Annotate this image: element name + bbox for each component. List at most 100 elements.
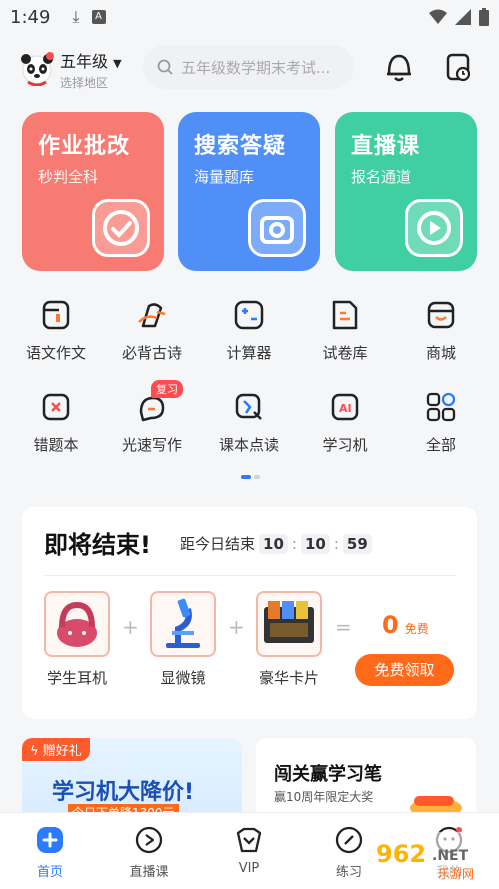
product-label: 豪华卡片	[258, 669, 319, 687]
grade-label: 五年级	[60, 51, 109, 71]
camera-icon	[248, 199, 306, 257]
countdown-hours: 10	[259, 533, 288, 554]
countdown-minutes: 10	[300, 533, 330, 554]
ending-soon-panel: 即将结束! 距今日结束 10 : 10 : 59 + + = 学生耳机 显微镜 …	[22, 507, 477, 719]
grid-label: 学习机	[322, 436, 368, 454]
bell-icon[interactable]	[384, 50, 414, 84]
card-title: 作业批改	[38, 134, 131, 159]
grid-item-poems[interactable]: 必背古诗	[104, 298, 200, 363]
product-label: 学生耳机	[46, 669, 107, 687]
grid-page-indicator	[241, 475, 260, 479]
cards-image	[264, 601, 314, 643]
live-icon	[135, 826, 163, 854]
reading-icon	[235, 393, 262, 420]
grid-item-calculator[interactable]: 计算器	[201, 298, 297, 363]
card-title: 搜索答疑	[194, 134, 287, 159]
lightning-icon: ϟ	[30, 744, 39, 759]
tab-label: 练习	[335, 865, 362, 880]
plus-sign: +	[228, 615, 245, 639]
status-bar: 1:49 ⤓ A	[0, 0, 499, 34]
panda-avatar[interactable]	[20, 52, 54, 87]
grid-item-learning-machine[interactable]: AI 学习机	[297, 390, 393, 455]
microscope-image	[166, 598, 200, 648]
calculator-icon	[234, 300, 264, 330]
tab-vip[interactable]: VIP	[209, 825, 289, 876]
svg-text:乐游网: 乐游网	[438, 867, 474, 881]
card-search-answers[interactable]: 搜索答疑 海量题库	[178, 112, 320, 271]
gift-tag-label: 赠好礼	[42, 744, 82, 759]
product-label: 显微镜	[160, 669, 206, 687]
card-subtitle: 海量题库	[194, 168, 255, 186]
review-badge: 复习	[151, 380, 183, 398]
all-icon	[426, 392, 456, 422]
grid-item-composition[interactable]: 语文作文	[8, 298, 104, 363]
paper-icon	[332, 300, 358, 330]
grid-item-shop[interactable]: 商城	[393, 298, 489, 363]
price-value: 0	[382, 611, 399, 639]
history-icon[interactable]	[444, 50, 474, 84]
download-icon: ⤓	[72, 7, 80, 26]
earphones-image	[57, 601, 97, 647]
equals-sign: =	[335, 615, 352, 639]
card-live-class[interactable]: 直播课 报名通道	[335, 112, 477, 271]
card-subtitle: 报名通道	[351, 168, 412, 186]
grid-item-all[interactable]: 全部	[393, 390, 489, 455]
tab-home[interactable]: 首页	[10, 825, 90, 880]
promo-title: 学习机大降价!	[52, 780, 195, 805]
tab-label: 直播课	[129, 865, 169, 880]
notification-dot	[46, 52, 54, 60]
grade-selector[interactable]: 五年级 ▼ 选择地区	[60, 48, 122, 91]
battery-icon	[479, 8, 489, 26]
search-icon	[157, 59, 173, 75]
divider	[44, 575, 456, 576]
product-earphones[interactable]	[44, 591, 110, 657]
grid-label: 计算器	[226, 344, 272, 362]
card-homework-correction[interactable]: 作业批改 秒判全科	[22, 112, 164, 271]
clock: 1:49	[10, 6, 51, 28]
countdown-label: 距今日结束	[180, 535, 256, 553]
tab-label: VIP	[238, 861, 260, 876]
tab-label: 首页	[36, 865, 63, 880]
promo-learning-machine[interactable]: ϟ 赠好礼 学习机大降价! 今日下单降1300元	[22, 738, 242, 818]
tab-live[interactable]: 直播课	[109, 825, 189, 880]
vip-icon	[236, 827, 262, 853]
plus-sign: +	[122, 615, 139, 639]
wifi-icon	[429, 9, 447, 24]
grid-item-textbook-reading[interactable]: 课本点读	[201, 390, 297, 455]
grid-item-fast-writing[interactable]: 复习 光速写作	[104, 380, 200, 455]
card-subtitle: 秒判全科	[38, 168, 99, 186]
countdown: 距今日结束 10 : 10 : 59	[180, 533, 372, 554]
grid-label: 错题本	[33, 436, 79, 454]
promo-subtitle: 赢10周年限定大奖	[274, 790, 374, 804]
region-label: 选择地区	[60, 75, 109, 90]
promo-challenge[interactable]: 闯关赢学习笔 赢10周年限定大奖	[256, 738, 476, 818]
grid-label: 必背古诗	[121, 344, 182, 362]
grid-label: 试卷库	[322, 344, 368, 362]
search-bar[interactable]: 五年级数学期末考试...	[143, 45, 354, 89]
grid-item-mistakes[interactable]: 错题本	[8, 390, 104, 455]
home-icon	[37, 827, 63, 853]
shop-icon	[427, 301, 455, 329]
notification-icon: A	[91, 10, 106, 24]
grid-label: 光速写作	[121, 436, 182, 454]
product-microscope[interactable]	[150, 591, 216, 657]
ending-title: 即将结束!	[44, 531, 151, 559]
gift-tag: ϟ 赠好礼	[22, 738, 90, 761]
grid-item-paper-library[interactable]: 试卷库	[297, 298, 393, 363]
countdown-seconds: 59	[342, 533, 372, 554]
signal-icon	[455, 9, 471, 25]
grid-label: 全部	[425, 436, 456, 454]
product-cards[interactable]	[256, 591, 322, 657]
bundle-price: 0 免费	[382, 611, 429, 639]
grid-label: 商城	[425, 344, 456, 362]
practice-icon	[335, 826, 363, 854]
svg-text:AI: AI	[339, 402, 352, 415]
claim-free-button[interactable]: 免费领取	[355, 654, 454, 686]
caret-down-icon: ▼	[113, 56, 122, 70]
header: 五年级 ▼ 选择地区 五年级数学期末考试...	[0, 40, 499, 98]
ai-icon: AI	[331, 393, 359, 421]
card-title: 直播课	[351, 134, 421, 159]
svg-text:962: 962	[376, 840, 426, 868]
svg-text:.NET: .NET	[432, 848, 469, 864]
price-unit: 免费	[404, 622, 429, 636]
